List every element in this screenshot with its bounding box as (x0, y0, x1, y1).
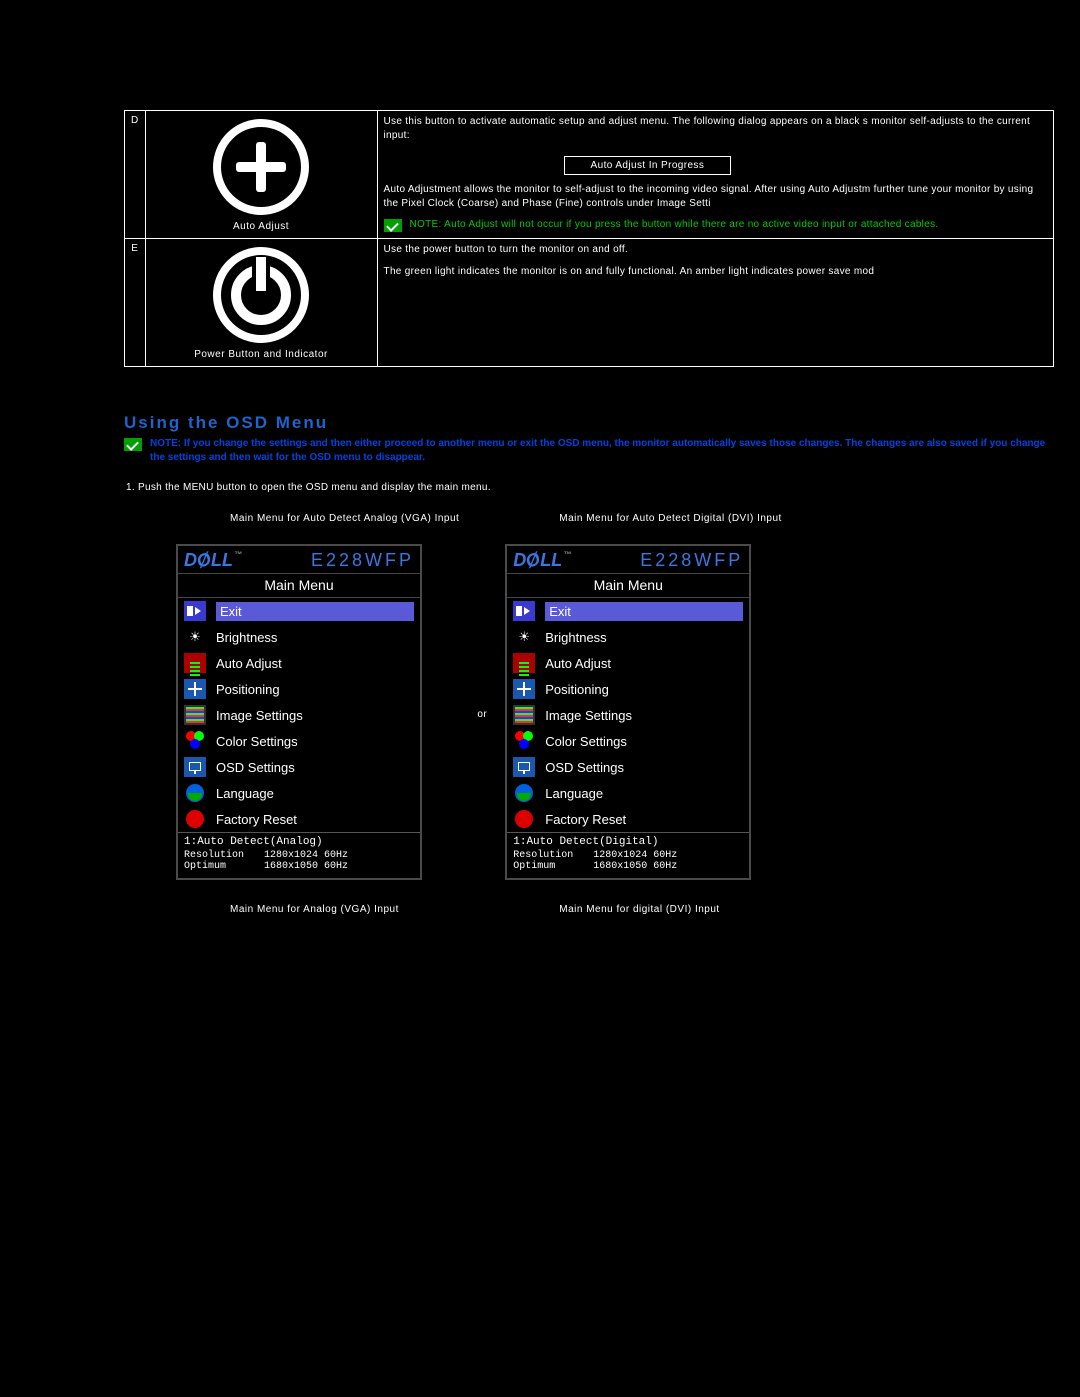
menu-comparison-row: Main Menu for Auto Detect Analog (VGA) I… (176, 513, 1060, 915)
auto-adjust-caption: Auto Adjust (152, 221, 371, 234)
menu-item-image-settings[interactable]: Image Settings (507, 702, 749, 728)
osd-title: Main Menu (178, 574, 420, 598)
step-1: Push the MENU button to open the OSD men… (138, 482, 1060, 493)
osd-list: Exit ☀Brightness Auto Adjust Positioning… (178, 598, 420, 832)
auto-adjust-progress: Auto Adjust In Progress (564, 156, 732, 175)
osd-footer-digital: 1:Auto Detect(Digital) Resolution1280x10… (507, 832, 749, 878)
osd-settings-icon (513, 757, 535, 777)
menu-item-auto-adjust[interactable]: Auto Adjust (178, 650, 420, 676)
row-e-para1: Use the power button to turn the monitor… (384, 243, 1047, 257)
feature-table: D Auto Adjust Use this button to activat… (124, 110, 1054, 367)
exit-icon (513, 601, 535, 621)
factory-reset-icon (184, 809, 206, 829)
positioning-icon (513, 679, 535, 699)
row-e-letter: E (125, 239, 146, 367)
osd-header: DØLL™ E228WFP (507, 546, 749, 574)
menu-analog-col: Main Menu for Auto Detect Analog (VGA) I… (176, 513, 459, 915)
row-d-desc: Use this button to activate automatic se… (377, 111, 1053, 239)
row-d-para1: Use this button to activate automatic se… (384, 115, 1047, 142)
row-d-note: NOTE: Auto Adjust will not occur if you … (384, 218, 1047, 232)
menu-item-auto-adjust[interactable]: Auto Adjust (507, 650, 749, 676)
menu-item-exit[interactable]: Exit (178, 598, 420, 624)
brightness-icon: ☀ (184, 627, 206, 647)
or-label: or (477, 709, 487, 720)
image-settings-icon (184, 705, 206, 725)
power-button-caption: Power Button and Indicator (152, 349, 371, 362)
osd-menu-analog: DØLL™ E228WFP Main Menu Exit ☀Brightness… (176, 544, 422, 880)
menu-item-image-settings[interactable]: Image Settings (178, 702, 420, 728)
menu-item-osd-settings[interactable]: OSD Settings (507, 754, 749, 780)
menu-item-language[interactable]: Language (507, 780, 749, 806)
color-settings-icon (513, 731, 535, 751)
row-d: D Auto Adjust Use this button to activat… (125, 111, 1054, 239)
dell-logo: DØLL™ (184, 550, 242, 571)
row-d-letter: D (125, 111, 146, 239)
section-title: Using the OSD Menu (124, 413, 1060, 433)
osd-footer-analog: 1:Auto Detect(Analog) Resolution1280x102… (178, 832, 420, 878)
auto-adjust-cell: Auto Adjust (145, 111, 377, 239)
auto-adjust-menu-icon (184, 653, 206, 673)
caption-analog-detect: Main Menu for Auto Detect Analog (VGA) I… (230, 513, 459, 524)
osd-list: Exit ☀Brightness Auto Adjust Positioning… (507, 598, 749, 832)
footer-title: 1:Auto Detect(Analog) (184, 836, 414, 848)
osd-menu-digital: DØLL™ E228WFP Main Menu Exit ☀Brightness… (505, 544, 751, 880)
row-e: E Power Button and Indicator Use the pow… (125, 239, 1054, 367)
positioning-icon (184, 679, 206, 699)
dell-logo: DØLL™ (513, 550, 571, 571)
caption-digital-detect: Main Menu for Auto Detect Digital (DVI) … (559, 513, 782, 524)
footer-title: 1:Auto Detect(Digital) (513, 836, 743, 848)
section-note-text: NOTE: If you change the settings and the… (150, 437, 1060, 464)
note-icon (124, 438, 142, 451)
osd-title: Main Menu (507, 574, 749, 598)
image-settings-icon (513, 705, 535, 725)
brightness-icon: ☀ (513, 627, 535, 647)
menu-item-color-settings[interactable]: Color Settings (178, 728, 420, 754)
row-d-note-text: NOTE: Auto Adjust will not occur if you … (410, 218, 939, 232)
power-button-icon (213, 247, 309, 343)
osd-settings-icon (184, 757, 206, 777)
auto-adjust-icon (213, 119, 309, 215)
row-e-para2: The green light indicates the monitor is… (384, 265, 1047, 279)
menu-digital-col: Main Menu for Auto Detect Digital (DVI) … (505, 513, 782, 915)
menu-item-positioning[interactable]: Positioning (178, 676, 420, 702)
power-button-cell: Power Button and Indicator (145, 239, 377, 367)
menu-item-factory-reset[interactable]: Factory Reset (507, 806, 749, 832)
menu-item-color-settings[interactable]: Color Settings (507, 728, 749, 754)
model-label: E228WFP (640, 550, 743, 571)
caption-analog: Main Menu for Analog (VGA) Input (230, 904, 459, 915)
row-d-para2: Auto Adjustment allows the monitor to se… (384, 183, 1047, 210)
model-label: E228WFP (311, 550, 414, 571)
factory-reset-icon (513, 809, 535, 829)
language-icon (513, 783, 535, 803)
menu-item-exit[interactable]: Exit (507, 598, 749, 624)
menu-item-positioning[interactable]: Positioning (507, 676, 749, 702)
menu-item-language[interactable]: Language (178, 780, 420, 806)
color-settings-icon (184, 731, 206, 751)
steps: Push the MENU button to open the OSD men… (138, 482, 1060, 493)
language-icon (184, 783, 206, 803)
exit-icon (184, 601, 206, 621)
caption-digital: Main Menu for digital (DVI) Input (559, 904, 782, 915)
document-page: D Auto Adjust Use this button to activat… (0, 0, 1080, 955)
osd-header: DØLL™ E228WFP (178, 546, 420, 574)
row-e-desc: Use the power button to turn the monitor… (377, 239, 1053, 367)
section-note: NOTE: If you change the settings and the… (124, 437, 1060, 464)
auto-adjust-menu-icon (513, 653, 535, 673)
note-icon (384, 219, 402, 232)
menu-item-brightness[interactable]: ☀Brightness (507, 624, 749, 650)
menu-item-osd-settings[interactable]: OSD Settings (178, 754, 420, 780)
menu-item-brightness[interactable]: ☀Brightness (178, 624, 420, 650)
menu-item-factory-reset[interactable]: Factory Reset (178, 806, 420, 832)
